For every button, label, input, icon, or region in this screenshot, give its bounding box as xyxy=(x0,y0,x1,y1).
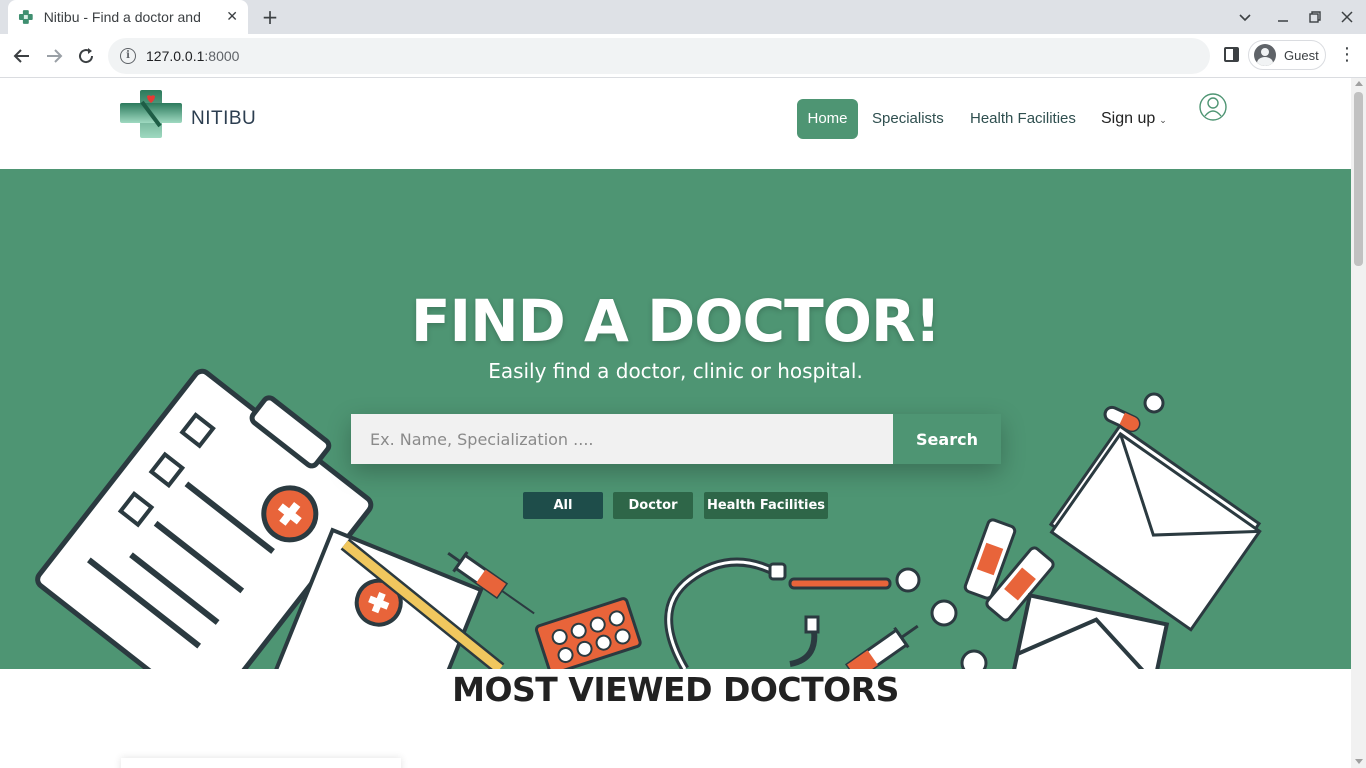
nav-home[interactable]: Home xyxy=(797,99,858,139)
browser-toolbar: i 127.0.0.1:8000 Guest ⋮ xyxy=(0,34,1366,78)
tab-title: Nitibu - Find a doctor and xyxy=(43,9,201,25)
search-button[interactable]: Search xyxy=(893,414,1001,464)
scrollbar-thumb[interactable] xyxy=(1354,92,1363,266)
tab-search-chevron-icon[interactable] xyxy=(1238,10,1252,24)
address-bar[interactable]: i 127.0.0.1:8000 xyxy=(108,38,1210,74)
filter-all-button[interactable]: All xyxy=(523,492,603,519)
url-text: 127.0.0.1:8000 xyxy=(146,48,239,64)
browser-tab[interactable]: Nitibu - Find a doctor and ✕ xyxy=(8,0,248,34)
filter-health-facilities-button[interactable]: Health Facilities xyxy=(704,492,828,519)
web-page: NITIBU Home Specialists Health Facilitie… xyxy=(0,78,1351,768)
most-viewed-doctors-title: MOST VIEWED DOCTORS xyxy=(452,670,899,709)
new-tab-button[interactable]: + xyxy=(260,6,280,28)
doctor-card[interactable] xyxy=(121,758,401,768)
nav-specialists[interactable]: Specialists xyxy=(872,99,944,139)
tab-close-icon[interactable]: ✕ xyxy=(226,9,238,25)
scroll-down-arrow-icon[interactable] xyxy=(1355,759,1363,764)
nav-signup-dropdown[interactable]: Sign up ⌄ xyxy=(1101,99,1167,140)
profile-button[interactable]: Guest xyxy=(1248,40,1326,70)
side-panel-icon[interactable] xyxy=(1224,47,1239,62)
profile-name: Guest xyxy=(1284,47,1319,63)
browser-menu-icon[interactable]: ⋮ xyxy=(1338,46,1356,64)
search-bar: Search xyxy=(351,414,1001,464)
site-header: NITIBU Home Specialists Health Facilitie… xyxy=(0,78,1351,169)
close-window-icon[interactable] xyxy=(1340,10,1354,24)
forward-icon[interactable] xyxy=(42,44,66,68)
hero-section: FIND A DOCTOR! Easily find a doctor, cli… xyxy=(0,169,1351,669)
site-favicon-icon xyxy=(18,10,33,24)
chevron-down-icon: ⌄ xyxy=(1159,115,1167,125)
restore-icon[interactable] xyxy=(1308,10,1322,24)
hero-title: FIND A DOCTOR! xyxy=(410,287,941,355)
nav-health-facilities[interactable]: Health Facilities xyxy=(970,99,1076,139)
hero-subtitle: Easily find a doctor, clinic or hospital… xyxy=(488,359,863,383)
url-host: 127.0.0.1 xyxy=(146,48,205,64)
url-port: :8000 xyxy=(204,48,240,64)
profile-avatar-icon xyxy=(1254,44,1276,66)
page-scrollbar[interactable] xyxy=(1351,78,1366,768)
browser-tab-bar: Nitibu - Find a doctor and ✕ + xyxy=(0,0,1366,34)
signup-label: Sign up xyxy=(1101,110,1156,127)
nitibu-logo-icon[interactable] xyxy=(120,90,182,138)
search-input[interactable] xyxy=(351,414,893,464)
user-account-icon[interactable] xyxy=(1199,93,1227,121)
minimize-icon[interactable] xyxy=(1276,10,1290,24)
scroll-up-arrow-icon[interactable] xyxy=(1355,81,1363,86)
back-icon[interactable] xyxy=(10,44,34,68)
reload-icon[interactable] xyxy=(74,44,98,68)
brand-name[interactable]: NITIBU xyxy=(191,108,256,130)
filter-doctor-button[interactable]: Doctor xyxy=(613,492,693,519)
info-icon[interactable]: i xyxy=(120,48,136,64)
